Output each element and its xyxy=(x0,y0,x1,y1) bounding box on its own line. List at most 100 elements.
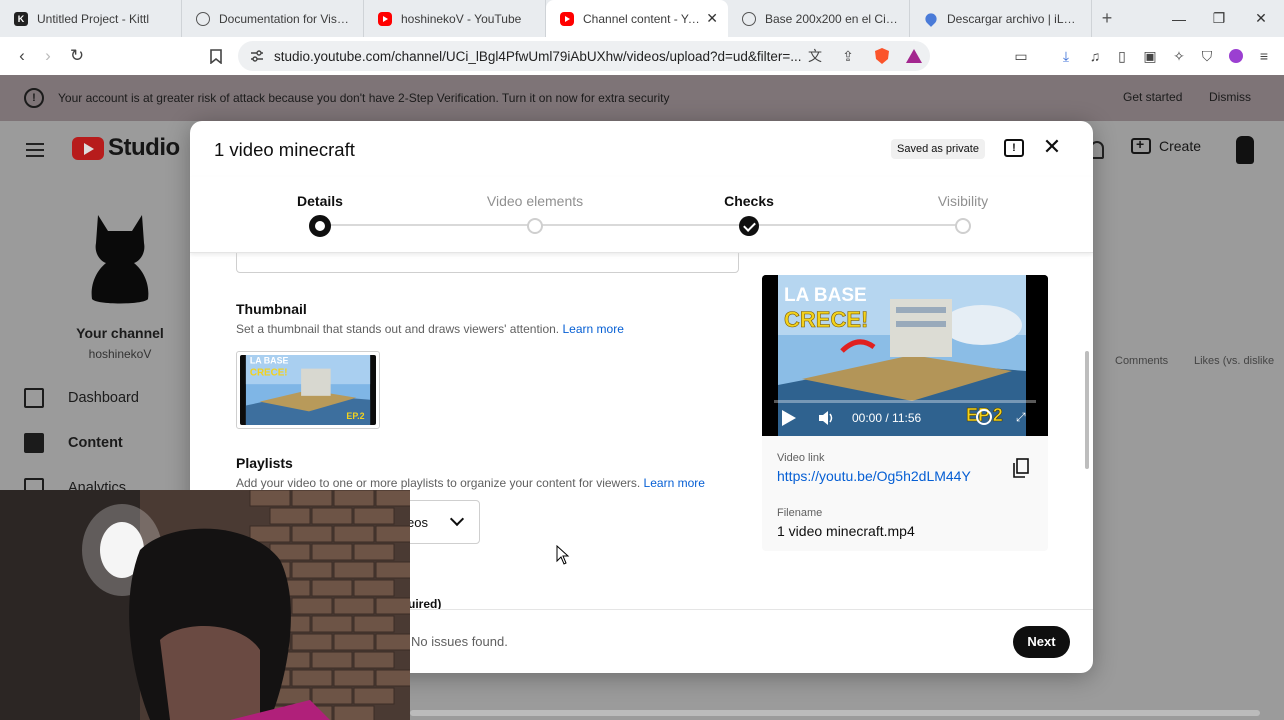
settings-gear-icon[interactable] xyxy=(976,409,992,425)
thumbnail-option[interactable]: LA BASE CRECE! EP.2 xyxy=(236,351,380,429)
site-settings-icon[interactable] xyxy=(250,49,264,63)
video-player[interactable]: LA BASE CRECE! EP.2 00:00 / 11:56 ⤢ xyxy=(762,275,1048,436)
browser-tab-bar: K Untitled Project - Kittl Documentation… xyxy=(0,0,1284,37)
video-link-label: Video link xyxy=(777,452,825,464)
feedback-icon[interactable]: ! xyxy=(1004,139,1024,157)
create-label: Create xyxy=(1159,138,1202,154)
fullscreen-icon[interactable]: ⤢ xyxy=(1016,410,1030,424)
tab-title: Channel content - You xyxy=(583,11,701,26)
brave-rewards-icon[interactable] xyxy=(904,46,924,66)
tab-title: hoshinekoV - YouTube xyxy=(401,11,522,26)
thumbnail-learn-more-link[interactable]: Learn more xyxy=(563,322,624,336)
browser-tab[interactable]: K Untitled Project - Kittl xyxy=(0,0,182,37)
security-alert-banner: ! Your account is at greater risk of att… xyxy=(0,75,1284,121)
thumbnail-episode-text: EP.2 xyxy=(346,411,364,421)
playlists-learn-more-link[interactable]: Learn more xyxy=(644,476,705,490)
page-horizontal-scrollbar[interactable] xyxy=(410,710,1260,716)
video-preview-card: LA BASE CRECE! EP.2 00:00 / 11:56 ⤢ Vide… xyxy=(762,275,1048,551)
create-icon xyxy=(1131,136,1151,154)
leo-ai-icon[interactable]: ✧ xyxy=(1169,46,1189,66)
step-checks[interactable]: Checks xyxy=(669,177,829,236)
channel-avatar[interactable] xyxy=(88,209,152,305)
dialog-title: 1 video minecraft xyxy=(214,139,355,160)
tab-title: Descargar archivo | iLoveIl xyxy=(947,11,1081,26)
menu-icon[interactable]: ≡ xyxy=(1254,46,1274,66)
wallet-icon[interactable]: ▣ xyxy=(1140,46,1160,66)
thumbnail-title-text-2: CRECE! xyxy=(250,367,288,378)
step-current-icon xyxy=(309,215,331,237)
ilovepdf-icon xyxy=(923,10,939,27)
forward-icon[interactable]: › xyxy=(34,42,62,70)
create-button[interactable]: Create xyxy=(1131,136,1202,154)
sidebar-item-label: Dashboard xyxy=(68,390,139,406)
step-visibility[interactable]: Visibility xyxy=(883,177,1043,234)
hamburger-menu-icon[interactable] xyxy=(26,143,44,157)
thumbnail-title-text: LA BASE xyxy=(250,356,289,366)
window-close-icon[interactable]: ✕ xyxy=(1240,0,1282,37)
copy-icon[interactable] xyxy=(1013,458,1029,478)
dismiss-button[interactable]: Dismiss xyxy=(1209,90,1251,104)
browser-tab[interactable]: Documentation for Visual S xyxy=(182,0,364,37)
brave-shield-icon[interactable] xyxy=(872,46,892,66)
restore-icon[interactable]: ❐ xyxy=(1198,0,1240,37)
youtube-icon xyxy=(560,11,574,26)
thumbnail-description: Set a thumbnail that stands out and draw… xyxy=(236,322,624,336)
bookmark-icon[interactable] xyxy=(202,42,230,70)
reload-icon[interactable]: ↻ xyxy=(63,42,91,70)
globe-icon xyxy=(196,11,210,26)
stepper-track xyxy=(320,224,963,226)
share-icon[interactable]: ⇪ xyxy=(838,46,858,66)
profile-icon[interactable] xyxy=(1226,46,1246,66)
description-field[interactable] xyxy=(236,253,739,273)
chevron-down-icon xyxy=(449,511,465,527)
column-header-likes: Likes (vs. dislike xyxy=(1194,355,1275,367)
webcam-overlay xyxy=(0,490,410,720)
sidebar-icon[interactable]: ▯ xyxy=(1112,46,1132,66)
video-title-text: LA BASE xyxy=(784,285,867,306)
column-header-comments: Comments xyxy=(1115,355,1169,367)
checks-status-text: No issues found. xyxy=(411,634,508,649)
dialog-scrollbar[interactable] xyxy=(1085,351,1089,469)
close-tab-icon[interactable]: ✕ xyxy=(706,10,718,27)
browser-tab[interactable]: hoshinekoV - YouTube xyxy=(364,0,546,37)
globe-icon xyxy=(742,11,756,26)
sidebar-item-content[interactable]: Content xyxy=(24,433,123,453)
alert-message: Your account is at greater risk of attac… xyxy=(58,91,670,105)
step-label: Visibility xyxy=(937,193,989,209)
youtube-logo-icon[interactable] xyxy=(72,137,104,160)
video-progress-bar[interactable] xyxy=(774,400,1036,403)
checkmark-icon xyxy=(739,216,759,236)
close-icon[interactable]: ✕ xyxy=(1040,135,1064,159)
tab-title: Base 200x200 en el Cielo xyxy=(765,11,899,26)
webcam-feed-image xyxy=(0,490,410,720)
info-icon: ! xyxy=(24,88,44,108)
content-icon xyxy=(24,433,44,453)
back-icon[interactable]: ‹ xyxy=(8,42,36,70)
upload-stepper: Details Video elements Checks Visibility xyxy=(190,177,1093,253)
download-icon[interactable]: ⤓ xyxy=(1056,46,1076,66)
volume-icon[interactable] xyxy=(818,410,834,426)
sidebar-item-label: Content xyxy=(68,435,123,451)
avatar[interactable] xyxy=(1236,136,1254,164)
step-details[interactable]: Details xyxy=(240,177,400,237)
video-link[interactable]: https://youtu.be/Og5h2dLM44Y xyxy=(777,468,971,484)
vpn-icon[interactable]: ⛉ xyxy=(1197,46,1217,66)
browser-tab[interactable]: Base 200x200 en el Cielo xyxy=(728,0,910,37)
new-tab-button[interactable]: + xyxy=(1092,8,1122,29)
browser-tab[interactable]: Descargar archivo | iLoveIl xyxy=(910,0,1092,37)
play-icon[interactable] xyxy=(782,410,796,426)
minimize-icon[interactable]: — xyxy=(1158,0,1200,37)
step-video-elements[interactable]: Video elements xyxy=(455,177,615,234)
media-icon[interactable]: ♫ xyxy=(1085,46,1105,66)
next-button[interactable]: Next xyxy=(1013,626,1070,658)
url-bar[interactable]: studio.youtube.com/channel/UCi_lBgl4PfwU… xyxy=(238,41,930,71)
step-label: Details xyxy=(297,193,343,209)
sidebar-item-dashboard[interactable]: Dashboard xyxy=(24,388,139,408)
translate-icon[interactable]: 文 xyxy=(805,46,825,66)
playlist-select-value: eos xyxy=(407,515,428,530)
tab-search-icon[interactable]: ▭ xyxy=(1011,46,1031,66)
get-started-button[interactable]: Get started xyxy=(1123,90,1182,104)
browser-tab-active[interactable]: Channel content - You ✕ xyxy=(546,0,728,37)
url-text: studio.youtube.com/channel/UCi_lBgl4PfwU… xyxy=(274,48,802,64)
tab-title: Untitled Project - Kittl xyxy=(37,11,150,26)
